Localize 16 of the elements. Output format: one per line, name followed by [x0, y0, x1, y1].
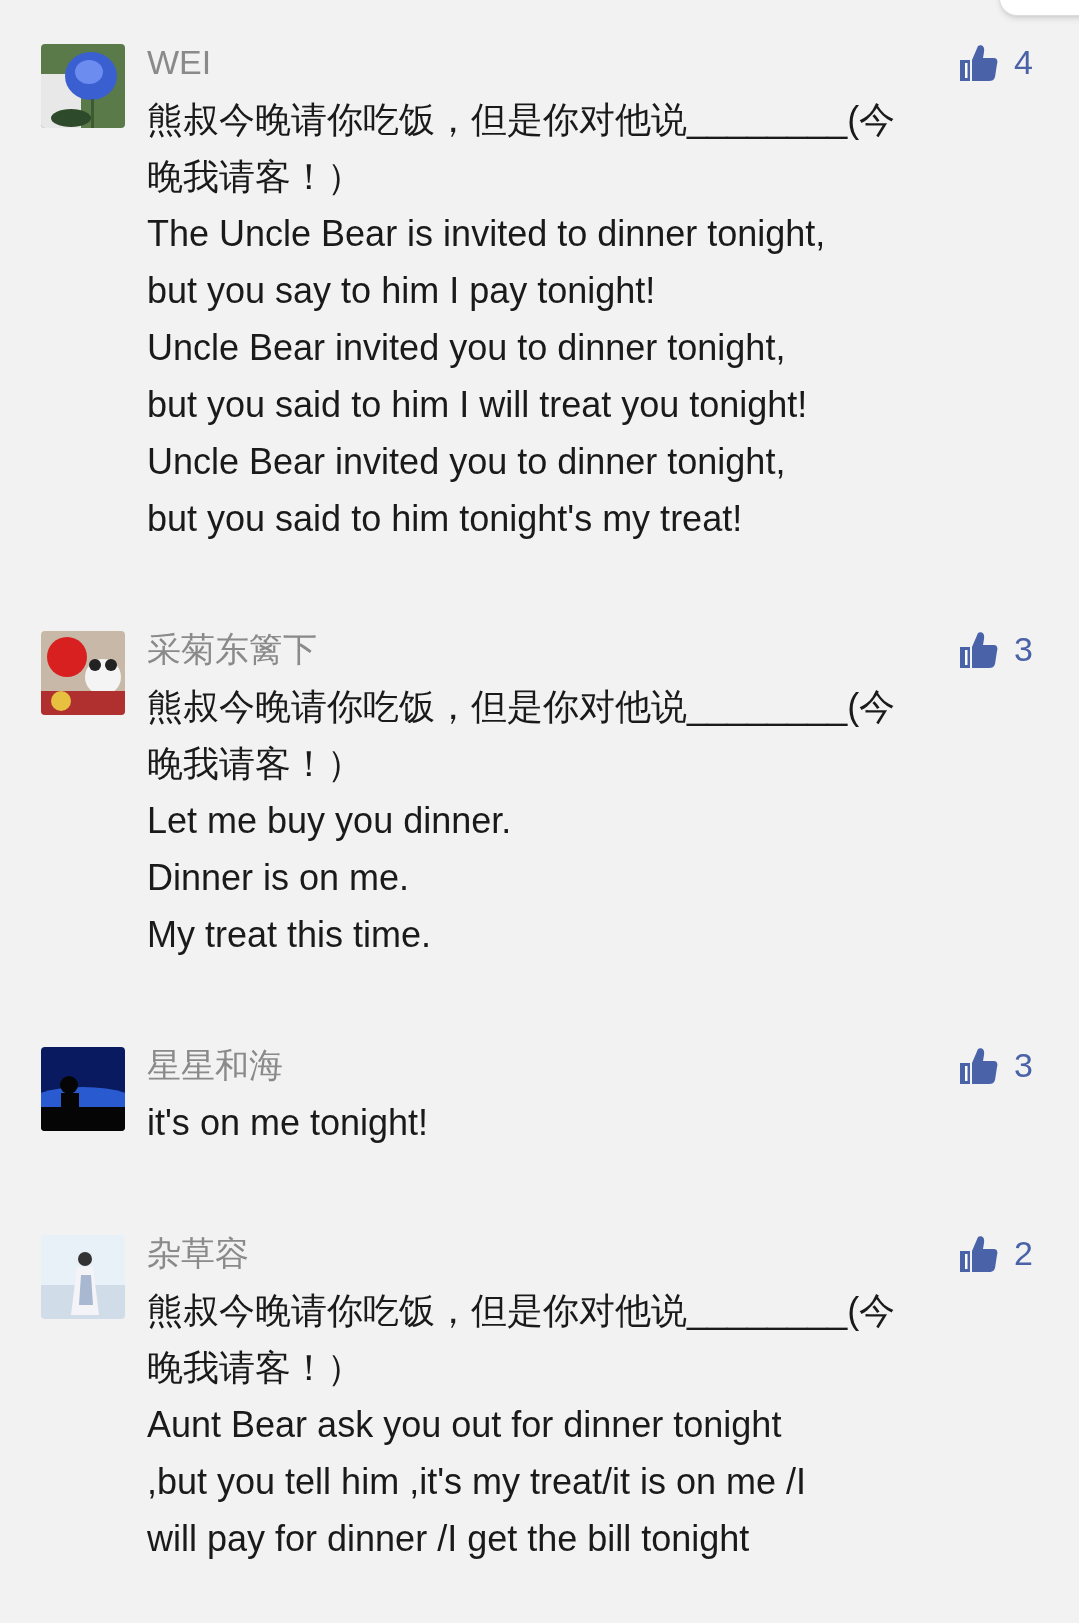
like-count: 3 [1014, 629, 1033, 670]
thumbs-up-icon[interactable] [958, 629, 999, 670]
comment-text: 熊叔今晚请你吃饭，但是你对他说________(今 晚我请客！） The Uncle Bear is invited to dinner tonight, but you say to him I pay tonight! Uncle Bear invited you to dinner tonight, but you said to him I will treat you tonight! Uncle Bear invited you to dinner tonight, but you said to him tonight's my treat! [147, 98, 896, 541]
like-count: 4 [1014, 42, 1033, 83]
author-name[interactable]: 星星和海 [147, 1040, 283, 1091]
comment-text: 熊叔今晚请你吃饭，但是你对他说________(今 晚我请客！） Aunt Bear ask you out for dinner tonight ,but you tell him ,it's my treat/it is on me /I will pay for dinner /I get the bill tonight [147, 1289, 896, 1561]
comment-text: it's on me tonight! [147, 1101, 429, 1145]
thumbs-up-icon[interactable] [958, 1233, 999, 1274]
comment-text: 熊叔今晚请你吃饭，但是你对他说________(今 晚我请客！） Let me buy you dinner. Dinner is on me. My treat this time. [147, 685, 896, 957]
author-name[interactable]: WEI [147, 37, 212, 88]
author-name[interactable]: 采菊东篱下 [147, 624, 317, 675]
like-count: 2 [1014, 1233, 1033, 1274]
author-name[interactable]: 杂草容 [147, 1228, 249, 1279]
like-count: 3 [1014, 1045, 1033, 1086]
thumbs-up-icon[interactable] [958, 42, 999, 83]
thumbs-up-icon[interactable] [958, 1045, 999, 1086]
